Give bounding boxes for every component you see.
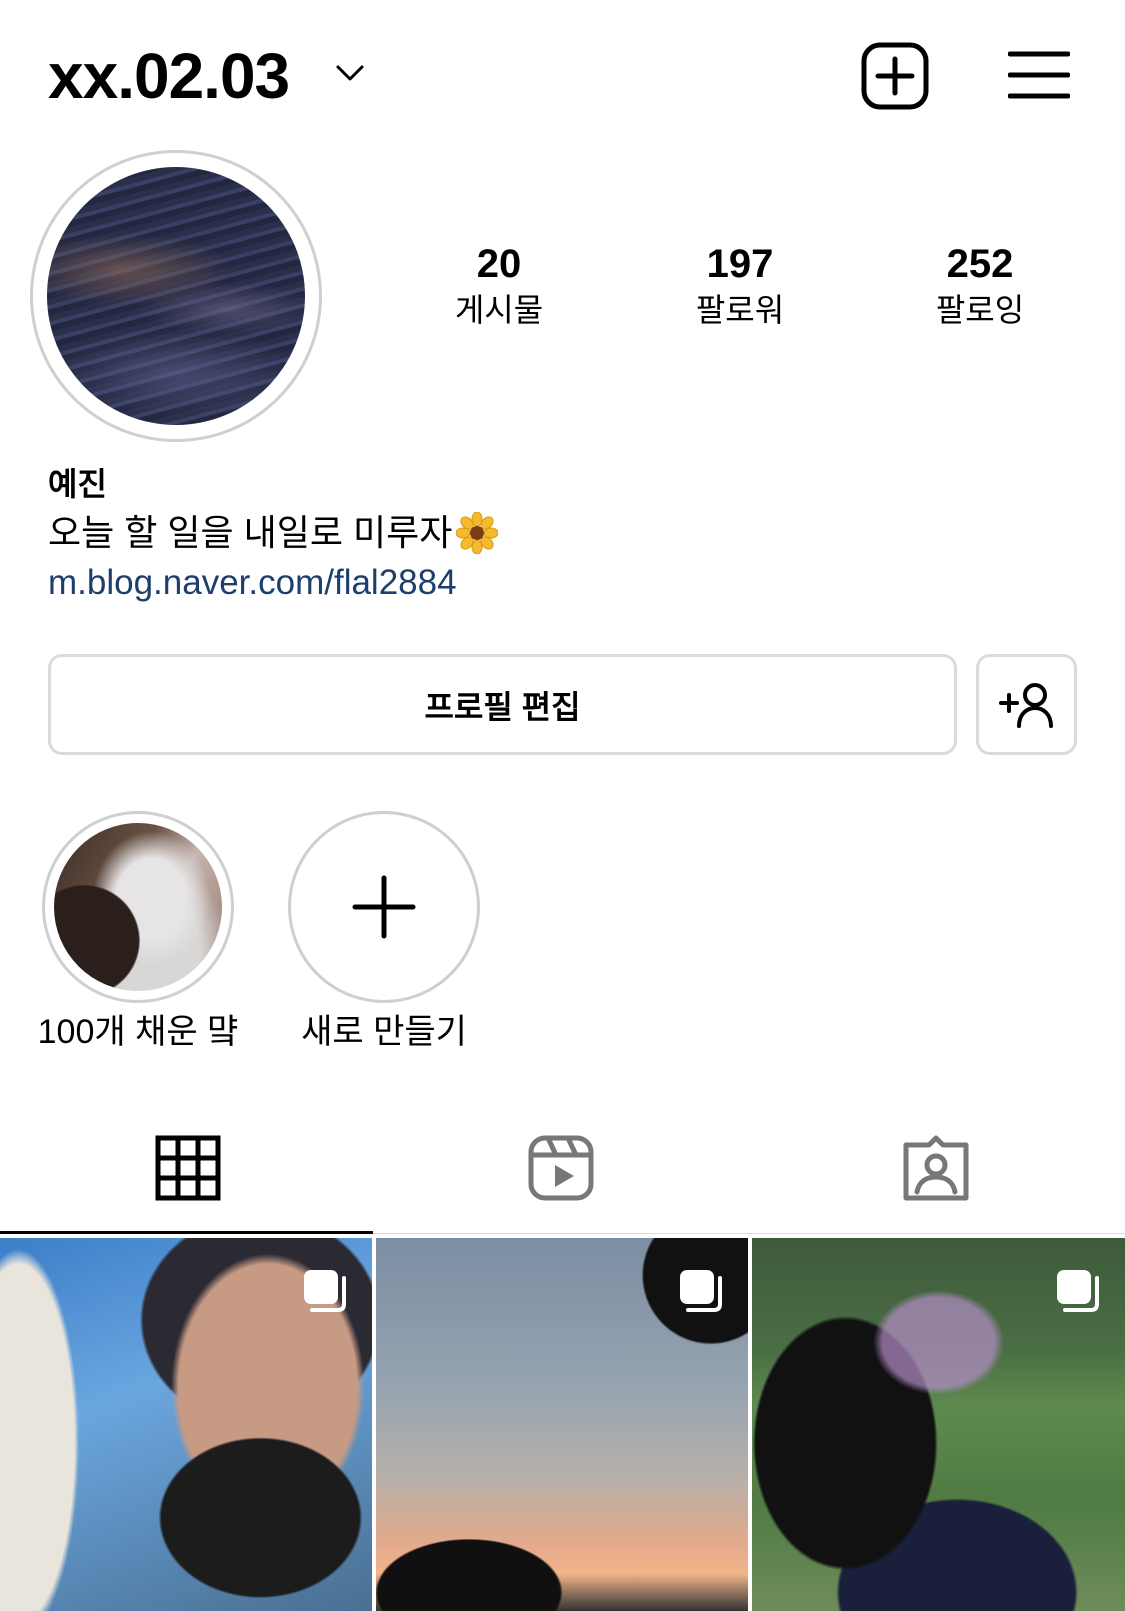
hamburger-menu-icon[interactable] (1008, 50, 1070, 100)
post-thumbnail[interactable] (752, 1238, 1125, 1611)
profile-link[interactable]: m.blog.naver.com/flal2884 (48, 560, 457, 606)
profile-name: 예진 (48, 466, 107, 502)
sunflower-icon (456, 512, 499, 554)
following-count: 252 (946, 242, 1014, 286)
profile-bio: 오늘 할 일을 내일로 미루자 (48, 510, 499, 556)
new-post-button[interactable] (861, 42, 929, 110)
highlight-label[interactable]: 100개 채운 먘 (36, 1012, 240, 1052)
reels-icon[interactable] (528, 1135, 594, 1201)
following-label: 팔로잉 (935, 292, 1025, 328)
plus-icon (352, 875, 416, 939)
carousel-icon (1057, 1270, 1099, 1312)
tab-divider (373, 1233, 1125, 1234)
highlight-item[interactable] (42, 811, 234, 1003)
post-thumbnail[interactable] (0, 1238, 372, 1611)
tagged-icon[interactable] (903, 1135, 969, 1201)
posts-stat[interactable]: 20 게시물 (419, 240, 579, 330)
highlight-cover (54, 823, 222, 991)
chevron-down-icon[interactable] (335, 62, 365, 84)
bio-text: 오늘 할 일을 내일로 미루자 (48, 512, 453, 553)
post-thumbnail[interactable] (376, 1238, 748, 1611)
username[interactable]: xx.02.03 (48, 36, 290, 116)
active-tab-indicator (0, 1231, 373, 1234)
posts-label: 게시물 (454, 292, 544, 328)
carousel-icon (304, 1270, 346, 1312)
carousel-icon (680, 1270, 722, 1312)
followers-label: 팔로워 (695, 292, 785, 328)
edit-profile-button[interactable]: 프로필 편집 (48, 654, 957, 755)
posts-count: 20 (476, 242, 522, 286)
grid-icon[interactable] (155, 1135, 221, 1201)
avatar[interactable] (47, 167, 305, 425)
discover-people-button[interactable] (976, 654, 1077, 755)
new-highlight-button[interactable] (288, 811, 480, 1003)
new-highlight-label[interactable]: 새로 만들기 (282, 1012, 486, 1052)
following-stat[interactable]: 252 팔로잉 (900, 240, 1060, 330)
add-person-icon (998, 682, 1053, 728)
followers-stat[interactable]: 197 팔로워 (660, 240, 820, 330)
followers-count: 197 (706, 242, 774, 286)
